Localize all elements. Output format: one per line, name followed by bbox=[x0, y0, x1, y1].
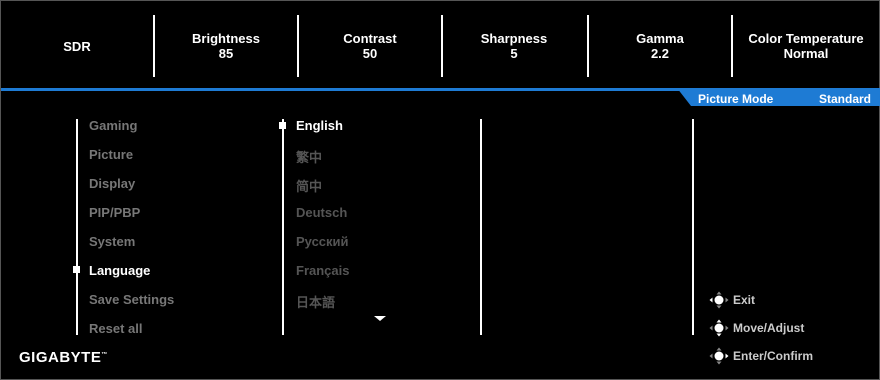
hint-move-adjust: Move/Adjust bbox=[709, 319, 804, 337]
status-sdr-label: SDR bbox=[63, 38, 91, 54]
status-color-temperature-label: Color Temperature bbox=[748, 31, 864, 46]
menu-item-pip-pbp[interactable]: PIP/PBP bbox=[89, 205, 140, 220]
submenu-column-line bbox=[282, 119, 284, 335]
language-option-deutsch[interactable]: Deutsch bbox=[296, 205, 347, 220]
hint-exit-label: Exit bbox=[733, 293, 756, 307]
joystick-press-icon bbox=[709, 347, 729, 365]
status-sharpness: Sharpness 5 bbox=[443, 15, 585, 77]
picture-mode-value: Standard bbox=[819, 92, 872, 106]
menu-item-gaming[interactable]: Gaming bbox=[89, 118, 137, 133]
menu-item-picture[interactable]: Picture bbox=[89, 147, 133, 162]
osd-frame: SDR Brightness 85 Contrast 50 Sharpness … bbox=[0, 0, 880, 380]
language-option-traditional-chinese[interactable]: 繁中 bbox=[296, 147, 322, 166]
status-gamma: Gamma 2.2 bbox=[589, 15, 731, 77]
picture-mode-label: Picture Mode bbox=[698, 92, 774, 106]
menu-item-language[interactable]: Language bbox=[89, 263, 150, 278]
menu-item-save-settings[interactable]: Save Settings bbox=[89, 292, 174, 307]
status-contrast: Contrast 50 bbox=[299, 15, 441, 77]
status-brightness-label: Brightness bbox=[192, 31, 260, 46]
menu-item-system[interactable]: System bbox=[89, 234, 135, 249]
status-color-temperature-value: Normal bbox=[783, 46, 829, 61]
hints-column-line bbox=[692, 119, 694, 335]
hint-exit: Exit bbox=[709, 291, 755, 309]
status-contrast-label: Contrast bbox=[343, 31, 397, 46]
status-bar: SDR Brightness 85 Contrast 50 Sharpness … bbox=[1, 1, 880, 85]
joystick-up-down-icon bbox=[709, 319, 729, 337]
trademark-symbol: ™ bbox=[101, 352, 108, 358]
status-brightness: Brightness 85 bbox=[155, 15, 297, 77]
status-sharpness-label: Sharpness bbox=[480, 31, 548, 46]
options-column-line bbox=[480, 119, 482, 335]
hint-enter-confirm-label: Enter/Confirm bbox=[733, 349, 814, 363]
hint-enter-confirm: Enter/Confirm bbox=[709, 347, 813, 365]
status-gamma-value: 2.2 bbox=[650, 46, 670, 61]
language-option-simplified-chinese[interactable]: 简中 bbox=[296, 176, 322, 195]
menu-item-display[interactable]: Display bbox=[89, 176, 135, 191]
language-selection-indicator bbox=[279, 122, 286, 129]
status-gamma-label: Gamma bbox=[636, 31, 684, 46]
joystick-left-icon bbox=[709, 291, 729, 309]
logo-text: GIGABYTE bbox=[19, 349, 102, 366]
status-brightness-value: 85 bbox=[218, 46, 234, 61]
menu-item-reset-all[interactable]: Reset all bbox=[89, 321, 142, 336]
status-sdr: SDR bbox=[19, 15, 135, 77]
language-option-francais[interactable]: Français bbox=[296, 263, 349, 278]
status-sharpness-value: 5 bbox=[510, 46, 518, 61]
language-option-japanese[interactable]: 日本語 bbox=[296, 292, 335, 311]
gigabyte-logo: GIGABYTE™ bbox=[19, 349, 108, 366]
status-color-temperature: Color Temperature Normal bbox=[733, 15, 879, 77]
hint-move-adjust-label: Move/Adjust bbox=[733, 321, 805, 335]
status-contrast-value: 50 bbox=[362, 46, 378, 61]
scroll-down-icon[interactable] bbox=[374, 316, 386, 321]
language-option-russian[interactable]: Русский bbox=[296, 234, 349, 249]
menu-column-line bbox=[76, 119, 78, 335]
language-option-english[interactable]: English bbox=[296, 118, 343, 133]
menu-selection-indicator bbox=[73, 266, 80, 273]
